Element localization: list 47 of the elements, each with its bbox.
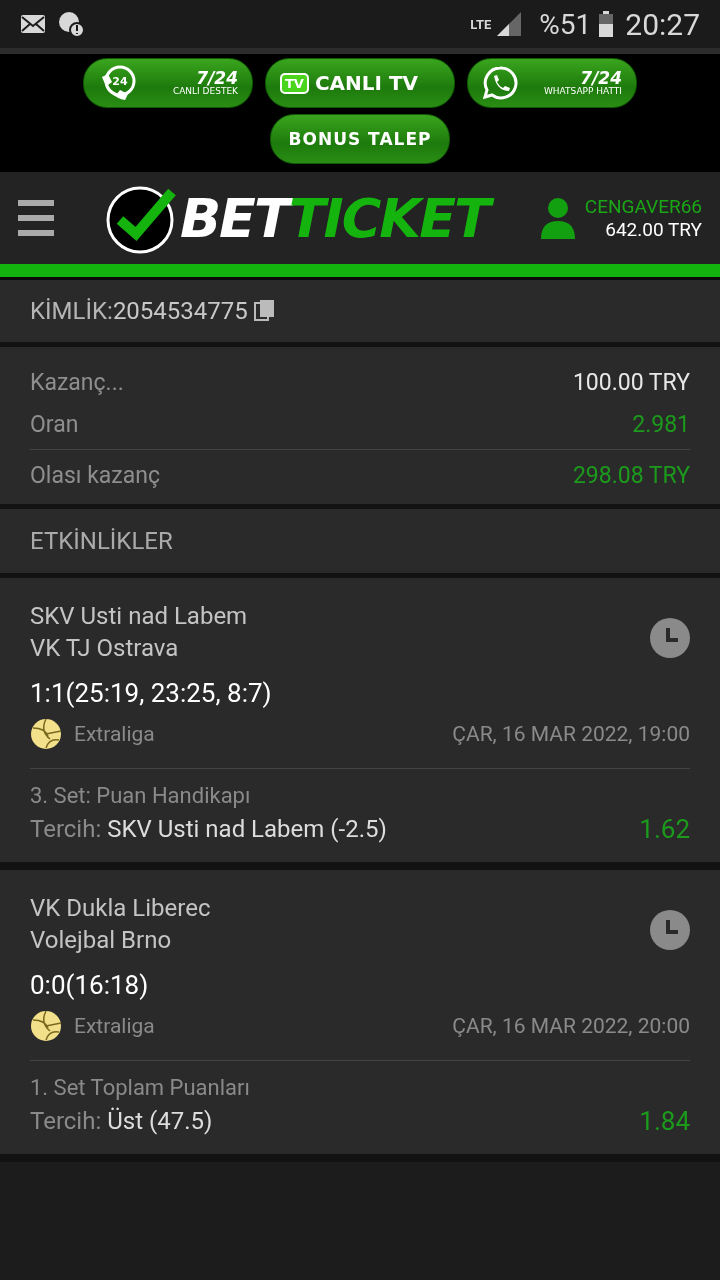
clock-icon (650, 910, 690, 950)
whatsapp-button[interactable]: 7/24 WHATSAPP HATTI (467, 58, 637, 108)
match-datetime: ÇAR, 16 MAR 2022, 20:00 (452, 1014, 690, 1038)
team-name: Volejbal Brno (30, 925, 173, 956)
score: 1:1(25:19, 23:25, 8:7) (30, 678, 273, 708)
market-name: 3. Set: Puan Handikapı (30, 783, 252, 808)
summary-value: 2.981 (632, 410, 690, 438)
league-name: Extraliga (74, 722, 155, 746)
signal-icon (497, 12, 522, 36)
summary-label: Olası kazanç (30, 461, 161, 489)
battery-percent: %51 (539, 7, 592, 41)
mail-icon (20, 14, 46, 34)
summary-label: Kazanç... (30, 368, 124, 396)
live-tv-button[interactable]: TV CANLI TV (265, 58, 455, 108)
summary-value: 298.08 TRY (572, 461, 690, 489)
menu-icon[interactable] (18, 200, 54, 236)
alert-icon (58, 11, 84, 37)
ticket-id-label: KİMLİK: (30, 297, 113, 325)
team-name: SKV Usti nad Labem (30, 601, 248, 632)
volleyball-icon (30, 718, 62, 750)
copy-icon[interactable] (253, 299, 276, 323)
user-icon[interactable] (540, 197, 575, 239)
market-name: 1. Set Toplam Puanları (30, 1075, 251, 1100)
volleyball-icon (30, 1010, 62, 1042)
clock: 20:27 (625, 6, 700, 42)
selection-text: Tercih: SKV Usti nad Labem (-2.5) (30, 815, 387, 843)
chat-icon (482, 65, 518, 101)
support-button[interactable]: 24 7/24 CANLI DESTEK (83, 58, 253, 108)
odds-value: 1.84 (639, 1106, 690, 1136)
score: 0:0(16:18) (30, 970, 150, 1000)
battery-icon (599, 11, 614, 37)
balance: 642.00 TRY (605, 218, 702, 241)
team-name: VK Dukla Liberec (30, 893, 211, 924)
ticket-id: 2054534775 (112, 297, 248, 325)
odds-value: 1.62 (639, 814, 690, 844)
username: CENGAVER66 (584, 195, 702, 218)
clock-icon (650, 618, 690, 658)
summary-value: 100.00 TRY (572, 368, 690, 396)
network-label: LTE (470, 17, 492, 31)
match-datetime: ÇAR, 16 MAR 2022, 19:00 (452, 722, 690, 746)
league-name: Extraliga (74, 1014, 155, 1038)
bonus-button[interactable]: BONUS TALEP (270, 114, 450, 164)
team-name: VK TJ Ostrava (30, 633, 180, 664)
summary-label: Oran (30, 410, 79, 438)
logo: BETTICKET (54, 182, 541, 254)
section-title: ETKİNLİKLER (30, 527, 173, 555)
selection-text: Tercih: Üst (47.5) (30, 1107, 213, 1135)
